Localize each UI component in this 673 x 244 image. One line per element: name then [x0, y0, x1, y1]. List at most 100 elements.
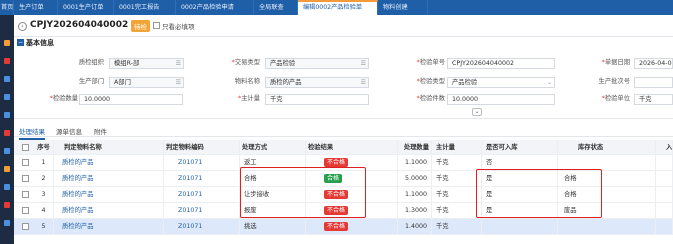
tab-source-info[interactable]: 源单信息 — [56, 126, 82, 136]
inspection-unit-field[interactable]: 千克 — [634, 94, 673, 105]
inspection-type-field[interactable]: 产品检验 ⌄ — [447, 77, 555, 88]
table-row[interactable]: 5 质检的产品 Z01071 挑选 不合格 1.4000 千克 — [14, 219, 673, 235]
row-checkbox[interactable] — [22, 159, 29, 166]
back-icon[interactable]: ‹ — [18, 22, 27, 31]
main-unit: 千克 — [432, 171, 482, 187]
section-divider — [14, 105, 673, 119]
empty-cell — [656, 219, 673, 235]
main-unit: 千克 — [432, 155, 482, 171]
row-number: 1 — [34, 155, 54, 171]
column-header: 库存状态 — [558, 140, 656, 155]
result-cell: 不合格 — [306, 219, 398, 235]
tab-global-query[interactable]: 全局联查 — [254, 0, 298, 15]
org-field[interactable]: 模组R-部 ☰ — [109, 58, 184, 69]
tab-production-order-0001[interactable]: 0001生产订单 — [58, 0, 114, 15]
tab-attachment[interactable]: 附件 — [94, 126, 107, 136]
row-number: 2 — [34, 171, 54, 187]
column-header: 处理方式 — [240, 140, 306, 155]
empty-cell — [656, 187, 673, 203]
field-label: *主计量 — [237, 95, 260, 102]
page-title: CPJY202604040002 — [30, 20, 129, 30]
row-checkbox[interactable] — [22, 175, 29, 182]
tab-process-result[interactable]: 处理结果 — [19, 126, 45, 140]
empty-cell — [656, 155, 673, 171]
select-all-checkbox[interactable] — [22, 144, 29, 151]
column-header: 主计量 — [432, 140, 482, 155]
app-icon[interactable] — [4, 184, 10, 190]
app-icon[interactable] — [4, 148, 10, 154]
column-header: 处理数量 — [398, 140, 432, 155]
material-name-link[interactable]: 质检的产品 — [54, 187, 164, 203]
material-name-link[interactable]: 质检的产品 — [54, 219, 164, 235]
process-qty: 1.1000 — [398, 187, 432, 203]
field-label: 生产部门 — [78, 78, 104, 85]
detail-tab-bar — [14, 124, 673, 137]
material-code-link[interactable]: Z01071 — [164, 155, 240, 171]
tab-completion-report[interactable]: 0001完工报告 — [114, 0, 176, 15]
only-required-checkbox[interactable] — [153, 22, 160, 29]
inspection-qty-field[interactable]: 10.0000 — [79, 94, 183, 105]
tab-edit-inspection[interactable]: 编辑0002产品检验单 — [298, 0, 378, 15]
favorite-icon[interactable] — [4, 58, 10, 64]
tab-material-create[interactable]: 物料创建 — [378, 0, 428, 15]
field-label: *单据日期 — [601, 59, 630, 66]
app-icon[interactable] — [4, 220, 10, 226]
process-qty: 1.4000 — [398, 219, 432, 235]
material-code-link[interactable]: Z01071 — [164, 219, 240, 235]
app-sidebar — [0, 0, 14, 244]
stock-status — [558, 219, 656, 235]
production-dept-field[interactable]: A部门 ☰ — [109, 77, 184, 88]
process-qty: 1.1000 — [398, 155, 432, 171]
main-unit: 千克 — [432, 187, 482, 203]
tab-inspection-request[interactable]: 0002产品检验申请 — [176, 0, 254, 15]
batch-number-field[interactable] — [634, 77, 673, 88]
column-header: 判定物料名称 — [54, 140, 164, 155]
only-required-label: 只看必填项 — [162, 23, 195, 31]
trade-type-field[interactable]: 产品检验 ☰ — [265, 58, 369, 69]
app-icon[interactable] — [4, 130, 10, 136]
process-method: 挑选 — [240, 219, 306, 235]
app-icon[interactable] — [4, 76, 10, 82]
process-qty: 5.0000 — [398, 171, 432, 187]
row-checkbox[interactable] — [22, 191, 29, 198]
main-unit-field[interactable]: 千克 — [265, 94, 369, 105]
field-label: *检验单号 — [416, 59, 445, 66]
collapse-icon[interactable]: − — [17, 39, 24, 46]
app-icon[interactable] — [4, 166, 10, 172]
table-header: 序号 判定物料名称 判定物料编码 处理方式 检验结果 处理数量 主计量 是否可入… — [14, 140, 673, 155]
field-label: *检验单位 — [601, 95, 630, 102]
field-label: *检验数量 — [49, 95, 78, 102]
row-checkbox[interactable] — [22, 207, 29, 214]
app-icon[interactable] — [4, 202, 10, 208]
tab-bar: 首页 生产订单 0001生产订单 0001完工报告 0002产品检验申请 全局联… — [0, 0, 673, 15]
column-header: 序号 — [34, 140, 54, 155]
tab-home[interactable]: 首页 — [0, 0, 14, 15]
material-name-link[interactable]: 质检的产品 — [54, 155, 164, 171]
result-badge: 不合格 — [324, 158, 349, 167]
main-unit: 千克 — [432, 219, 482, 235]
doc-date-field[interactable]: 2026-04-04 — [634, 58, 673, 69]
chevron-down-icon[interactable]: ⌄ — [472, 108, 482, 116]
material-name-link[interactable]: 质检的产品 — [54, 203, 164, 219]
storable-flag — [482, 219, 558, 235]
material-name-link[interactable]: 质检的产品 — [54, 171, 164, 187]
tab-production-order[interactable]: 生产订单 — [14, 0, 58, 15]
column-header: 检验结果 — [306, 140, 398, 155]
material-code-link[interactable]: Z01071 — [164, 187, 240, 203]
material-name-field[interactable]: 质检的产品 ☰ — [265, 77, 369, 88]
empty-cell — [656, 171, 673, 187]
section-title: 基本信息 — [26, 39, 54, 47]
field-label: 物料名称 — [234, 78, 260, 85]
material-code-link[interactable]: Z01071 — [164, 171, 240, 187]
doc-number-field[interactable]: CPJY202604040002 — [447, 58, 555, 69]
row-checkbox[interactable] — [22, 223, 29, 230]
row-number: 5 — [34, 219, 54, 235]
menu-icon[interactable] — [4, 40, 10, 46]
field-label: 生产批次号 — [598, 78, 630, 85]
material-code-link[interactable]: Z01071 — [164, 203, 240, 219]
app-icon[interactable] — [4, 94, 10, 100]
app-icon[interactable] — [4, 112, 10, 118]
highlight-box — [240, 167, 366, 218]
inspection-pieces-field[interactable]: 10.0000 — [447, 94, 555, 105]
row-number: 3 — [34, 187, 54, 203]
